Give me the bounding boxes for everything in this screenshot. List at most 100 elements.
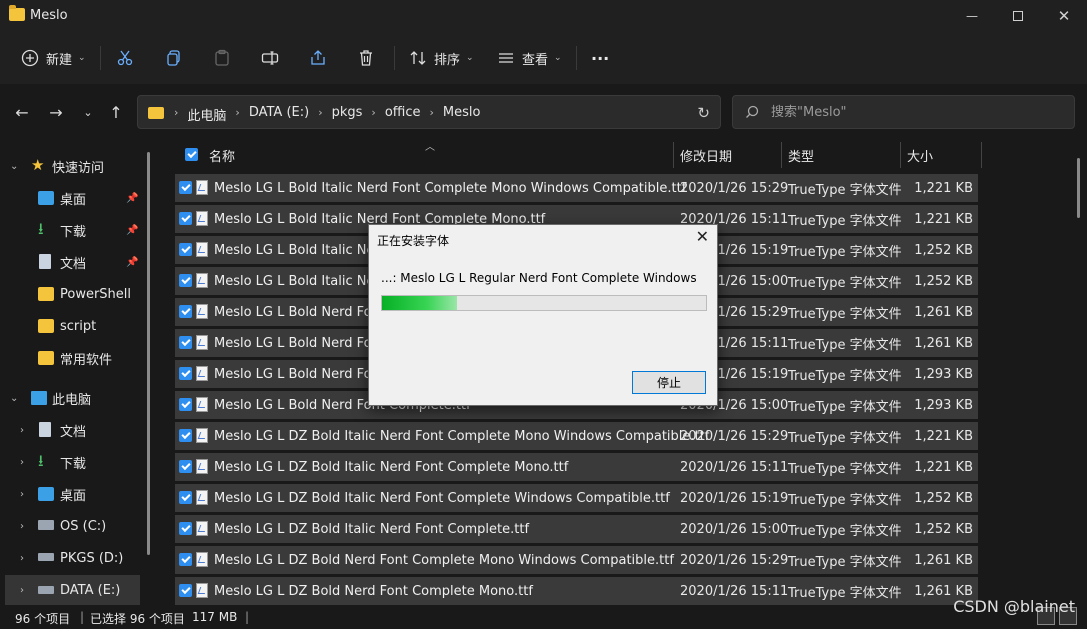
sort-button[interactable]: 排序 ⌄ xyxy=(408,44,474,72)
chevron-right-icon[interactable]: › xyxy=(20,457,24,468)
chevron-right-icon[interactable]: › xyxy=(20,553,24,564)
recent-locations-button[interactable]: ⌄ xyxy=(76,101,100,123)
new-button[interactable]: 新建 ⌄ xyxy=(20,44,86,72)
row-checkbox[interactable] xyxy=(179,367,192,380)
close-button[interactable]: ✕ xyxy=(1041,0,1087,32)
chevron-down-icon[interactable]: ⌄ xyxy=(10,161,18,172)
row-checkbox[interactable] xyxy=(179,243,192,256)
sidebar-item-pc-documents[interactable]: › 文档 xyxy=(0,415,150,445)
rename-button[interactable] xyxy=(260,44,280,72)
table-row[interactable]: Meslo LG L DZ Bold Italic Nerd Font Comp… xyxy=(175,515,978,543)
pin-icon[interactable]: 📌 xyxy=(126,257,138,268)
row-checkbox[interactable] xyxy=(179,584,192,597)
sidebar-item-this-pc[interactable]: ⌄ 此电脑 xyxy=(0,383,150,413)
row-checkbox[interactable] xyxy=(179,336,192,349)
column-size[interactable]: 大小 xyxy=(907,140,933,170)
copy-button[interactable] xyxy=(164,44,184,72)
chevron-right-icon[interactable]: › xyxy=(371,105,375,124)
file-type: TrueType 字体文件 xyxy=(788,306,902,322)
row-checkbox[interactable] xyxy=(179,212,192,225)
column-date[interactable]: 修改日期 xyxy=(680,140,732,170)
row-checkbox[interactable] xyxy=(179,398,192,411)
table-row[interactable]: Meslo LG L Bold Italic Nerd Font Complet… xyxy=(175,174,978,202)
more-options-button[interactable]: ··· xyxy=(591,44,609,72)
row-checkbox[interactable] xyxy=(179,491,192,504)
select-all-checkbox[interactable] xyxy=(185,148,198,161)
breadcrumb-item[interactable]: office xyxy=(385,105,421,124)
chevron-right-icon[interactable]: › xyxy=(235,105,239,124)
sidebar-item-drive-d[interactable]: › PKGS (D:) xyxy=(0,543,150,573)
row-checkbox[interactable] xyxy=(179,429,192,442)
sidebar-scrollbar[interactable] xyxy=(147,152,150,555)
sidebar-item-script[interactable]: script xyxy=(0,311,150,341)
row-checkbox[interactable] xyxy=(179,305,192,318)
breadcrumb-item[interactable]: DATA (E:) xyxy=(249,105,309,124)
file-list-scrollbar[interactable] xyxy=(1077,158,1080,218)
download-icon: ⭳ xyxy=(38,219,44,238)
file-type: TrueType 字体文件 xyxy=(788,337,902,353)
chevron-right-icon[interactable]: › xyxy=(318,105,322,124)
status-separator: | xyxy=(245,610,250,624)
chevron-right-icon[interactable]: › xyxy=(20,521,24,532)
breadcrumb-item[interactable]: pkgs xyxy=(332,105,363,124)
breadcrumb-item[interactable]: 此电脑 xyxy=(187,105,226,124)
row-checkbox[interactable] xyxy=(179,460,192,473)
sidebar-item-drive-e[interactable]: › DATA (E:) xyxy=(5,575,140,605)
refresh-icon[interactable]: ↻ xyxy=(697,104,710,122)
chevron-right-icon[interactable]: › xyxy=(430,105,434,124)
font-file-icon xyxy=(196,459,208,474)
sidebar-item-label: 下载 xyxy=(60,456,87,472)
sidebar-item-quick-access[interactable]: ⌄ ★ 快速访问 xyxy=(0,151,150,181)
sidebar-item-pc-downloads[interactable]: › ⭳ 下载 xyxy=(0,447,150,477)
font-file-icon xyxy=(196,428,208,443)
sidebar-item-drive-c[interactable]: › OS (C:) xyxy=(0,511,150,541)
pin-icon[interactable]: 📌 xyxy=(126,193,138,204)
chevron-right-icon[interactable]: › xyxy=(20,585,24,596)
trash-icon xyxy=(356,48,376,68)
column-name[interactable]: 名称 xyxy=(209,140,235,170)
selected-size: 117 MB xyxy=(192,610,238,624)
sidebar-item-desktop[interactable]: 桌面 📌 xyxy=(0,183,150,213)
chevron-right-icon[interactable]: › xyxy=(20,489,24,500)
row-checkbox[interactable] xyxy=(179,522,192,535)
sidebar-item-documents[interactable]: 文档 📌 xyxy=(0,247,150,277)
address-bar[interactable]: › 此电脑 › DATA (E:) › pkgs › office › Mesl… xyxy=(137,95,721,129)
sidebar-item-common-software[interactable]: 常用软件 xyxy=(0,343,150,373)
pin-icon[interactable]: 📌 xyxy=(126,225,138,236)
column-type[interactable]: 类型 xyxy=(788,140,814,170)
forward-button[interactable]: → xyxy=(44,101,68,123)
sidebar-item-label: 常用软件 xyxy=(60,352,113,368)
up-button[interactable]: ↑ xyxy=(104,101,128,123)
file-size: 1,252 KB xyxy=(914,490,973,506)
search-box[interactable] xyxy=(732,95,1075,129)
search-input[interactable] xyxy=(771,102,1061,122)
paste-button[interactable] xyxy=(212,44,232,72)
chevron-right-icon[interactable]: › xyxy=(20,425,24,436)
sidebar-item-label: 桌面 xyxy=(60,488,87,504)
cut-button[interactable] xyxy=(115,44,135,72)
row-checkbox[interactable] xyxy=(179,181,192,194)
table-row[interactable]: Meslo LG L DZ Bold Nerd Font Complete Mo… xyxy=(175,577,978,605)
minimize-button[interactable]: — xyxy=(949,0,995,32)
table-row[interactable]: Meslo LG L DZ Bold Italic Nerd Font Comp… xyxy=(175,422,978,450)
view-button[interactable]: 查看 ⌄ xyxy=(496,44,562,72)
breadcrumb-item[interactable]: Meslo xyxy=(443,105,481,124)
sidebar-item-downloads[interactable]: ⭳ 下载 📌 xyxy=(0,215,150,245)
row-checkbox[interactable] xyxy=(179,553,192,566)
sidebar-item-powershell[interactable]: PowerShell xyxy=(0,279,150,309)
table-row[interactable]: Meslo LG L DZ Bold Italic Nerd Font Comp… xyxy=(175,453,978,481)
sidebar-item-label: PKGS (D:) xyxy=(60,550,124,566)
chevron-down-icon[interactable]: ⌄ xyxy=(10,393,18,404)
dialog-close-icon[interactable]: ✕ xyxy=(696,227,709,246)
sidebar-item-pc-desktop[interactable]: › 桌面 xyxy=(0,479,150,509)
back-button[interactable]: ← xyxy=(10,101,34,123)
font-file-icon xyxy=(196,335,208,350)
table-row[interactable]: Meslo LG L DZ Bold Italic Nerd Font Comp… xyxy=(175,484,978,512)
row-checkbox[interactable] xyxy=(179,274,192,287)
stop-button[interactable]: 停止 xyxy=(632,371,706,394)
delete-button[interactable] xyxy=(356,44,376,72)
maximize-button[interactable] xyxy=(995,0,1041,32)
table-row[interactable]: Meslo LG L DZ Bold Nerd Font Complete Mo… xyxy=(175,546,978,574)
share-button[interactable] xyxy=(308,44,328,72)
file-date: 2020/1/26 15:19 xyxy=(680,490,789,506)
